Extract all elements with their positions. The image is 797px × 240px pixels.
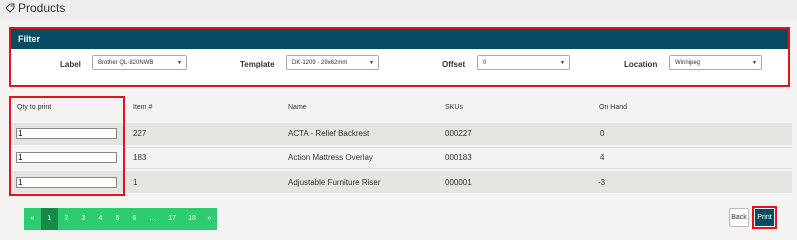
col-onhand-header: On Hand bbox=[599, 104, 628, 111]
col-sku-header: SKUs bbox=[445, 104, 463, 111]
page-ellipsis: ... bbox=[149, 215, 156, 222]
pagination-prev[interactable]: « bbox=[24, 208, 41, 230]
page-link[interactable]: 1 bbox=[41, 208, 58, 230]
page-title: Products bbox=[5, 1, 65, 15]
page-link[interactable]: 18 bbox=[182, 208, 202, 230]
label-label: Label bbox=[60, 60, 81, 69]
filter-panel: Filter Label Brother QL-820NWB ▼ Templat… bbox=[9, 27, 790, 87]
page-link[interactable]: 4 bbox=[92, 208, 109, 230]
template-label: Template bbox=[240, 60, 275, 69]
location-select[interactable]: Winnipeg ▼ bbox=[669, 55, 762, 70]
item-name: Adjustable Furniture Riser bbox=[288, 178, 381, 187]
page-link[interactable]: 2 bbox=[58, 208, 75, 230]
chevron-down-icon: ▼ bbox=[177, 60, 182, 66]
item-sku: 000001 bbox=[445, 178, 472, 187]
col-name-header: Name bbox=[288, 104, 307, 111]
item-number: 227 bbox=[133, 129, 147, 138]
offset-label: Offset bbox=[442, 60, 466, 69]
location-label: Location bbox=[624, 60, 658, 69]
item-number: 1 bbox=[133, 178, 138, 187]
item-sku: 000183 bbox=[445, 153, 472, 162]
location-select-value: Winnipeg bbox=[675, 60, 701, 66]
chevron-down-icon: ▼ bbox=[369, 60, 374, 66]
back-button[interactable]: Back bbox=[729, 208, 749, 227]
page-link[interactable]: 17 bbox=[162, 208, 182, 230]
pagination: « 1 2 3 4 5 6 ... 17 18 » bbox=[24, 208, 217, 230]
title-bar: Products bbox=[0, 0, 797, 19]
item-on-hand: 4 bbox=[600, 153, 605, 162]
label-select[interactable]: Brother QL-820NWB ▼ bbox=[92, 55, 187, 70]
print-button[interactable]: Print bbox=[755, 209, 774, 226]
pagination-next[interactable]: » bbox=[202, 208, 217, 230]
page-link[interactable]: 5 bbox=[109, 208, 126, 230]
qty-column-highlight bbox=[9, 96, 125, 196]
item-on-hand: -3 bbox=[598, 178, 606, 187]
offset-select[interactable]: 0 ▼ bbox=[477, 55, 570, 70]
print-button-highlight: Print bbox=[752, 206, 777, 229]
offset-select-value: 0 bbox=[483, 60, 487, 66]
page-title-text: Products bbox=[18, 1, 66, 15]
label-select-value: Brother QL-820NWB bbox=[98, 60, 154, 66]
tag-icon bbox=[5, 3, 15, 13]
chevron-down-icon: ▼ bbox=[560, 60, 565, 66]
page-link[interactable]: 6 bbox=[126, 208, 143, 230]
filter-heading: Filter bbox=[11, 29, 788, 49]
template-select[interactable]: DK-1209 - 29x62mm ▼ bbox=[286, 55, 379, 70]
col-item-header: Item # bbox=[133, 104, 153, 111]
chevron-down-icon: ▼ bbox=[752, 60, 757, 66]
template-select-value: DK-1209 - 29x62mm bbox=[292, 60, 348, 66]
item-name: ACTA - Relief Backrest bbox=[288, 129, 370, 138]
item-name: Action Mattress Overlay bbox=[288, 153, 373, 162]
item-number: 183 bbox=[133, 153, 147, 162]
item-on-hand: 0 bbox=[600, 129, 605, 138]
item-sku: 000227 bbox=[445, 129, 472, 138]
page-link[interactable]: 3 bbox=[75, 208, 92, 230]
